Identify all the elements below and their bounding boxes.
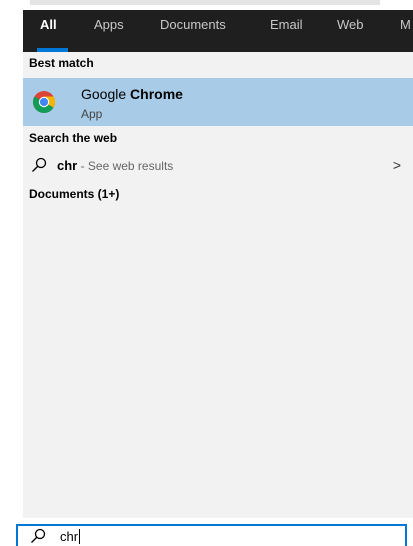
app-type-label: App: [81, 107, 103, 121]
active-tab-indicator: [37, 48, 68, 52]
top-gray-bar: [30, 0, 380, 5]
best-match-item[interactable]: Google Chrome App: [23, 78, 413, 126]
tab-all[interactable]: All: [40, 10, 57, 52]
web-search-result[interactable]: chr - See web results >: [23, 153, 413, 179]
tab-web[interactable]: Web: [337, 10, 364, 52]
best-match-header: Best match: [29, 56, 94, 70]
tab-apps[interactable]: Apps: [94, 10, 124, 52]
search-results-panel: All Apps Documents Email Web M Best matc…: [23, 10, 413, 518]
tab-more[interactable]: M: [400, 10, 411, 52]
search-icon: [31, 528, 46, 543]
chevron-right-icon[interactable]: >: [393, 157, 401, 173]
search-box[interactable]: chr: [16, 524, 407, 546]
search-input[interactable]: chr: [60, 529, 81, 544]
web-result-text: chr - See web results: [57, 158, 174, 173]
app-name: Google Chrome: [81, 86, 183, 102]
tab-documents[interactable]: Documents: [160, 10, 226, 52]
search-icon: [32, 157, 47, 172]
search-web-header: Search the web: [29, 131, 118, 145]
documents-header[interactable]: Documents (1+): [29, 187, 119, 201]
filter-tabs: All Apps Documents Email Web M: [23, 10, 413, 52]
text-caret: [79, 529, 81, 544]
tab-email[interactable]: Email: [270, 10, 303, 52]
chrome-icon: [33, 91, 56, 114]
